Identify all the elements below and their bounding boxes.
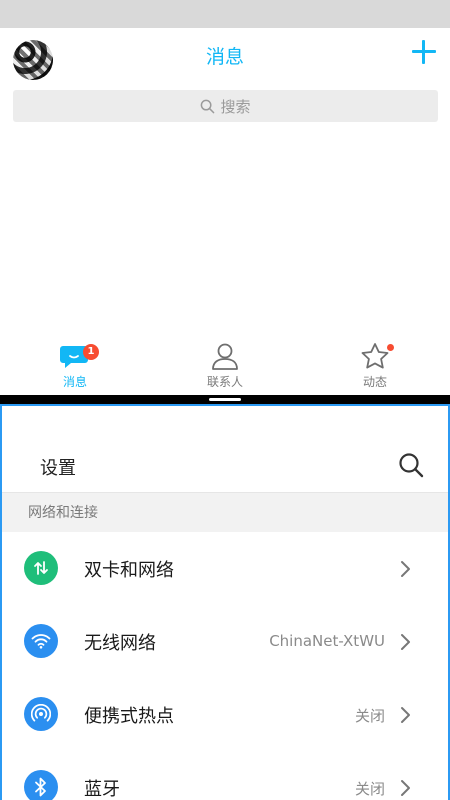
search-bar[interactable]: 搜索	[13, 90, 438, 122]
setting-value: 关闭	[354, 707, 385, 725]
setting-hotspot[interactable]: 便携式热点 关闭	[2, 678, 448, 751]
setting-wifi[interactable]: 无线网络 ChinaNet-XtWU	[2, 605, 448, 678]
page-title: 消息	[205, 46, 244, 68]
divider-handle[interactable]	[209, 398, 241, 401]
qq-app-pane: 消息 搜索 1 消息 联系人 动态	[0, 0, 450, 397]
settings-header: 设置	[2, 406, 448, 492]
tab-messages[interactable]: 1 消息	[25, 338, 125, 390]
chevron-right-icon	[401, 561, 410, 577]
add-icon[interactable]	[410, 38, 438, 66]
tab-updates[interactable]: 动态	[325, 338, 425, 390]
hotspot-icon	[24, 697, 58, 731]
chevron-right-icon	[401, 780, 410, 796]
setting-dual-sim[interactable]: 双卡和网络	[2, 532, 448, 605]
setting-label: 无线网络	[84, 633, 156, 654]
chevron-right-icon	[401, 707, 410, 723]
person-icon	[212, 343, 238, 370]
tab-updates-label: 动态	[362, 375, 387, 389]
unread-badge: 1	[83, 344, 99, 360]
qq-header: 消息	[0, 28, 450, 84]
status-bar	[0, 0, 450, 28]
setting-bluetooth[interactable]: 蓝牙 关闭	[2, 751, 448, 800]
setting-value: 关闭	[354, 780, 385, 798]
setting-label: 便携式热点	[84, 706, 174, 727]
star-icon	[361, 343, 389, 369]
settings-title: 设置	[40, 458, 76, 479]
qq-tab-bar: 1 消息 联系人 动态	[0, 338, 450, 394]
section-network: 网络和连接	[2, 492, 448, 532]
tab-messages-label: 消息	[62, 375, 87, 389]
chevron-right-icon	[401, 634, 410, 650]
tab-contacts-label: 联系人	[206, 375, 243, 389]
search-icon	[201, 99, 215, 113]
dual-sim-icon	[24, 551, 58, 585]
search-placeholder: 搜索	[220, 97, 251, 116]
tab-contacts[interactable]: 联系人	[175, 338, 275, 390]
split-divider[interactable]	[0, 395, 450, 404]
wifi-icon	[24, 624, 58, 658]
setting-label: 双卡和网络	[84, 560, 174, 581]
setting-value: ChinaNet-XtWU	[269, 632, 385, 650]
search-icon[interactable]	[398, 452, 424, 478]
notification-dot	[387, 344, 394, 351]
setting-label: 蓝牙	[84, 779, 120, 800]
bluetooth-icon	[24, 770, 58, 800]
settings-pane: 设置 网络和连接 双卡和网络 无线网络 ChinaNet-XtWU 便携式热点 …	[0, 404, 450, 800]
